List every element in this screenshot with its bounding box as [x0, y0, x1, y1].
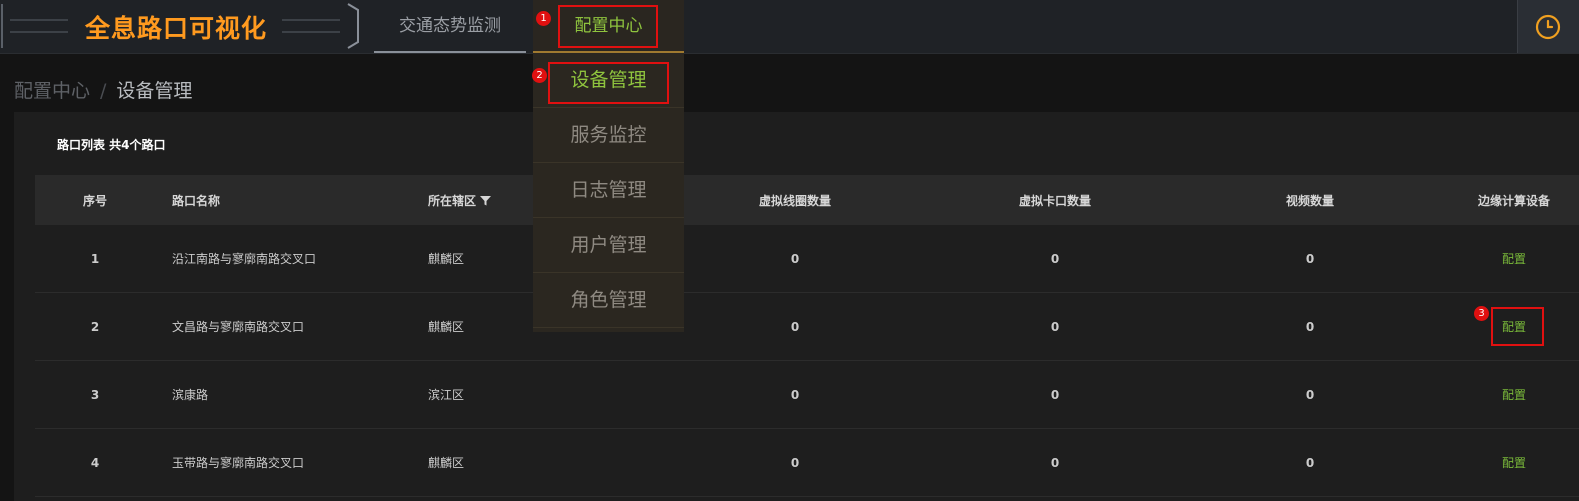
table-header: 序号 路口名称 所在辖区 虚拟线圈数量 虚拟卡口数量 视频数量 边缘计算设备 [35, 175, 1579, 225]
column-header-video-count: 视频数量 [1285, 193, 1334, 208]
config-link[interactable]: 配置 [1502, 386, 1526, 403]
row-index: 1 [90, 251, 100, 266]
annotation-badge-3: 3 [1474, 306, 1489, 321]
row-video-count: 0 [1305, 455, 1315, 470]
row-district: 麒麟区 [428, 456, 465, 470]
annotation-box-1 [558, 5, 658, 48]
table-row: 4 玉带路与寥廓南路交叉口 麒麟区 0 0 0 配置 [35, 429, 1579, 497]
menu-item-log-management[interactable]: 日志管理 [533, 163, 684, 218]
column-header-virtual-checkpoints: 虚拟卡口数量 [1018, 193, 1091, 208]
annotation-badge-1: 1 [536, 11, 551, 26]
intersection-list-title: 路口列表 共4个路口 [57, 138, 166, 152]
column-header-virtual-loops: 虚拟线圈数量 [758, 193, 831, 208]
row-index: 2 [90, 319, 100, 334]
row-virtual-checkpoints: 0 [1050, 455, 1060, 470]
breadcrumb-current: 设备管理 [116, 80, 193, 102]
row-virtual-loops: 0 [790, 455, 800, 470]
row-config-cell: 配置 [1435, 429, 1579, 496]
app-title: 全息路口可视化 [85, 14, 268, 43]
row-config-cell: 配置 [1435, 225, 1579, 292]
column-header-district-label: 所在辖区 [428, 193, 477, 208]
row-video-count: 0 [1305, 387, 1315, 402]
row-virtual-checkpoints: 0 [1050, 251, 1060, 266]
annotation-badge-2: 2 [532, 68, 547, 83]
row-virtual-loops: 0 [790, 251, 800, 266]
row-name: 玉带路与寥廓南路交叉口 [172, 456, 305, 470]
config-link[interactable]: 配置 [1502, 454, 1526, 471]
breadcrumb-separator: / [100, 80, 107, 102]
intersection-table: 序号 路口名称 所在辖区 虚拟线圈数量 虚拟卡口数量 视频数量 边缘计算设备 1… [35, 175, 1579, 497]
table-row: 3 滨康路 滨江区 0 0 0 配置 [35, 361, 1579, 429]
menu-item-service-monitoring[interactable]: 服务监控 [533, 108, 684, 163]
clock-icon [1535, 14, 1561, 40]
row-index: 4 [90, 455, 100, 470]
row-virtual-loops: 0 [790, 319, 800, 334]
column-header-edge-device: 边缘计算设备 [1477, 193, 1550, 208]
menu-item-role-management[interactable]: 角色管理 [533, 273, 684, 328]
config-link[interactable]: 配置 [1502, 250, 1526, 267]
filter-icon[interactable] [480, 195, 492, 206]
annotation-box-2 [548, 62, 669, 104]
breadcrumb-parent[interactable]: 配置中心 [14, 80, 90, 102]
row-virtual-checkpoints: 0 [1050, 387, 1060, 402]
row-video-count: 0 [1305, 251, 1315, 266]
row-name: 滨康路 [172, 388, 209, 402]
column-header-name: 路口名称 [172, 193, 221, 208]
row-virtual-loops: 0 [790, 387, 800, 402]
row-name: 沿江南路与寥廓南路交叉口 [172, 252, 317, 266]
tab-traffic-monitoring[interactable]: 交通态势监测 [374, 0, 526, 53]
clock-button[interactable] [1517, 0, 1579, 53]
column-header-index: 序号 [82, 193, 107, 208]
table-row: 1 沿江南路与寥廓南路交叉口 麒麟区 0 0 0 配置 [35, 225, 1579, 293]
table-row: 2 文昌路与寥廓南路交叉口 麒麟区 0 0 0 配置 [35, 293, 1579, 361]
top-bar: 全息路口可视化 交通态势监测 配置中心 [0, 0, 1579, 54]
logo-frame: 全息路口可视化 [0, 2, 360, 50]
annotation-box-3 [1491, 307, 1544, 346]
row-virtual-checkpoints: 0 [1050, 319, 1060, 334]
menu-item-user-management[interactable]: 用户管理 [533, 218, 684, 273]
row-district: 滨江区 [428, 388, 465, 402]
row-name: 文昌路与寥廓南路交叉口 [172, 320, 305, 334]
row-video-count: 0 [1305, 319, 1315, 334]
row-config-cell: 配置 [1435, 361, 1579, 428]
breadcrumb: 配置中心 / 设备管理 [14, 76, 192, 103]
row-index: 3 [90, 387, 100, 402]
